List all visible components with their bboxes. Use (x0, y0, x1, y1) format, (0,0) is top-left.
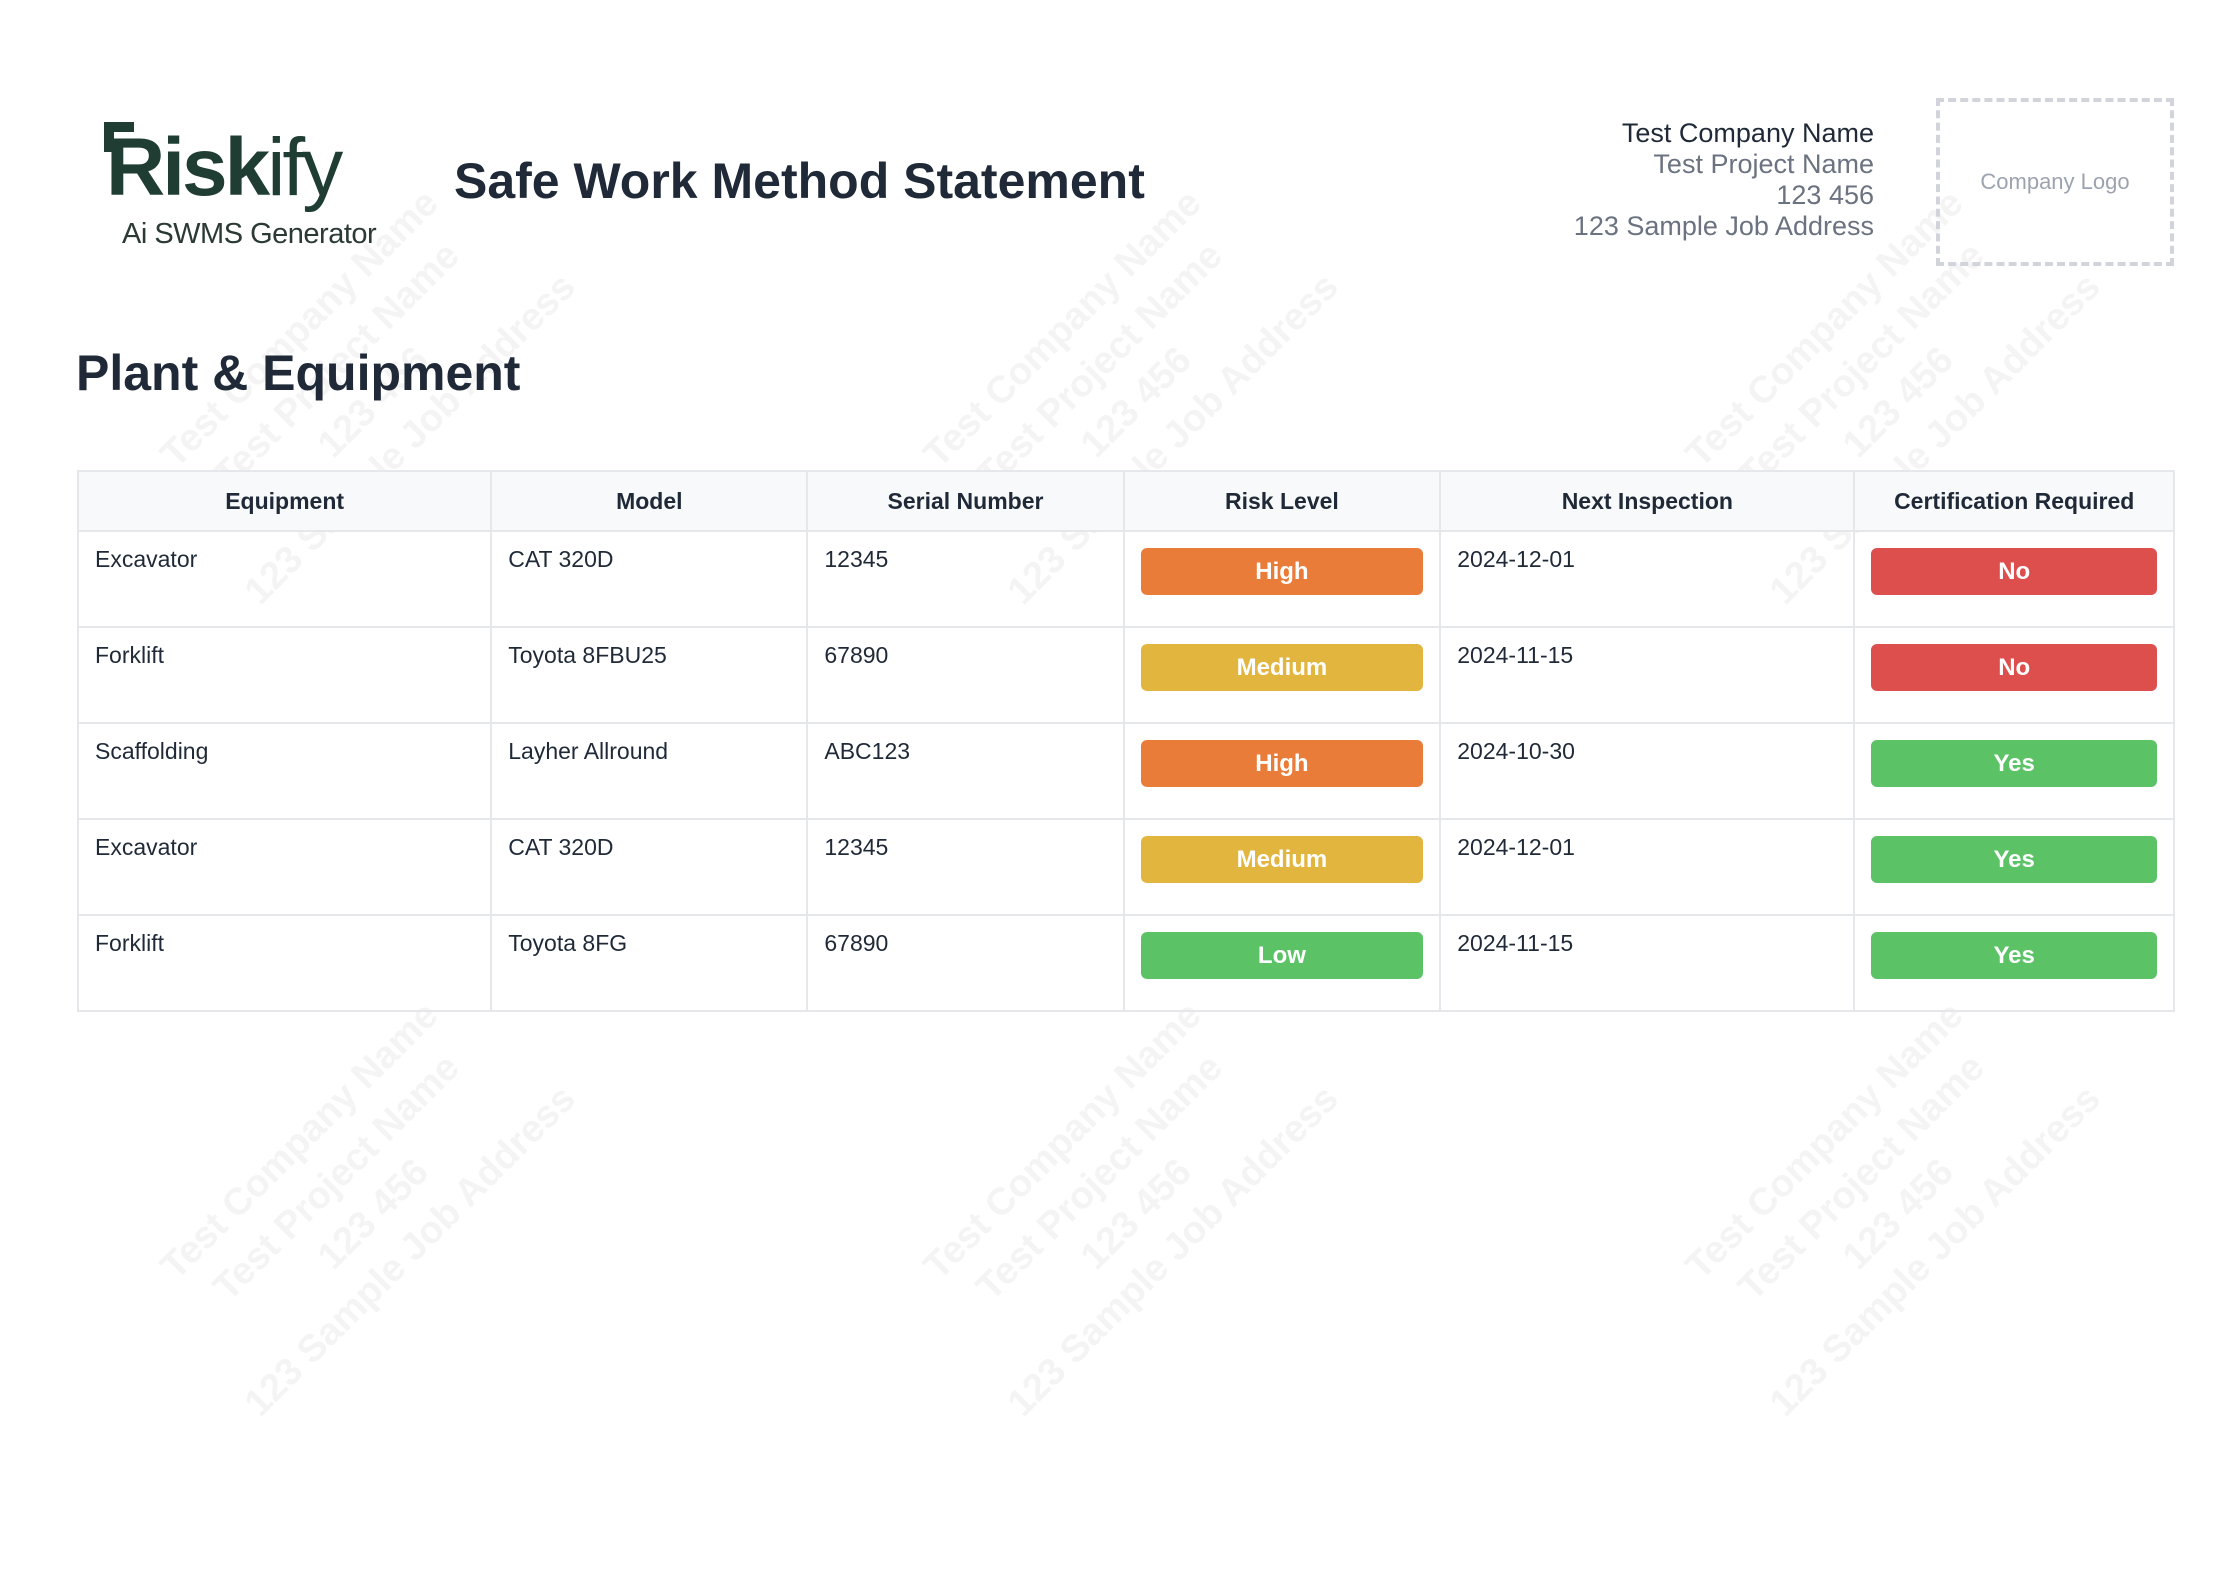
cell-certification: Yes (1853, 722, 2175, 820)
cell-equipment: Scaffolding (76, 722, 493, 820)
header-certification-required: Certification Required (1853, 470, 2175, 532)
table-row: Excavator CAT 320D 12345 High 2024-12-01… (76, 530, 2175, 628)
cell-inspection: 2024-11-15 (1439, 626, 1856, 724)
cell-model: Toyota 8FBU25 (490, 626, 809, 724)
cell-certification: Yes (1853, 914, 2175, 1012)
cell-model: CAT 320D (490, 818, 809, 916)
section-title: Plant & Equipment (76, 345, 521, 401)
cell-certification: No (1853, 530, 2175, 628)
cell-equipment: Excavator (76, 530, 493, 628)
logo-subtitle: Ai SWMS Generator (122, 218, 377, 250)
risk-level-badge: High (1140, 740, 1424, 787)
cell-serial: 67890 (806, 626, 1125, 724)
cell-inspection: 2024-11-15 (1439, 914, 1856, 1012)
table-header-row: Equipment Model Serial Number Risk Level… (76, 470, 2175, 532)
cell-equipment: Forklift (76, 914, 493, 1012)
company-name: Test Company Name (1621, 118, 1874, 148)
equipment-table: Equipment Model Serial Number Risk Level… (76, 470, 2175, 1012)
header-serial-number: Serial Number (806, 470, 1125, 532)
cell-serial: 12345 (806, 530, 1125, 628)
cell-equipment: Excavator (76, 818, 493, 916)
certification-badge: Yes (1871, 836, 2157, 883)
risk-level-badge: Medium (1140, 836, 1424, 883)
watermark: Test Company Name Test Project Name 123 … (916, 994, 1347, 1425)
risk-level-badge: Medium (1140, 644, 1424, 691)
certification-badge: No (1871, 548, 2157, 595)
cell-risk: High (1122, 530, 1442, 628)
risk-level-badge: High (1140, 548, 1424, 595)
certification-badge: No (1871, 644, 2157, 691)
risk-level-badge: Low (1140, 932, 1424, 979)
company-logo-label: Company Logo (1980, 169, 2130, 194)
document-title: Safe Work Method Statement (454, 153, 1145, 209)
watermark: Test Company Name Test Project Name 123 … (153, 994, 584, 1425)
cell-risk: Medium (1122, 626, 1442, 724)
cell-serial: 67890 (806, 914, 1125, 1012)
cell-risk: Medium (1122, 818, 1442, 916)
cell-model: Layher Allround (490, 722, 809, 820)
project-number: 123 456 (1776, 180, 1874, 210)
company-info: Test Company Name Test Project Name 123 … (1574, 118, 1874, 242)
company-logo-placeholder: Company Logo (1936, 98, 2174, 266)
cell-inspection: 2024-12-01 (1439, 530, 1856, 628)
document-header: Riskify Ai SWMS Generator Safe Work Meth… (76, 96, 2176, 276)
cell-equipment: Forklift (76, 626, 493, 724)
cell-certification: No (1853, 626, 2175, 724)
cell-inspection: 2024-12-01 (1439, 818, 1856, 916)
table-row: Forklift Toyota 8FG 67890 Low 2024-11-15… (76, 914, 2175, 1012)
job-address: 123 Sample Job Address (1573, 211, 1874, 241)
table-row: Excavator CAT 320D 12345 Medium 2024-12-… (76, 818, 2175, 916)
table-row: Forklift Toyota 8FBU25 67890 Medium 2024… (76, 626, 2175, 724)
certification-badge: Yes (1871, 932, 2157, 979)
header-model: Model (490, 470, 809, 532)
cell-model: Toyota 8FG (490, 914, 809, 1012)
cell-inspection: 2024-10-30 (1439, 722, 1856, 820)
cell-serial: 12345 (806, 818, 1125, 916)
table-row: Scaffolding Layher Allround ABC123 High … (76, 722, 2175, 820)
header-risk-level: Risk Level (1122, 470, 1442, 532)
cell-certification: Yes (1853, 818, 2175, 916)
cell-model: CAT 320D (490, 530, 809, 628)
riskify-logo: Riskify Ai SWMS Generator (104, 118, 406, 258)
logo-wordmark: Riskify (106, 122, 343, 213)
watermark: Test Company Name Test Project Name 123 … (1678, 994, 2109, 1425)
header-next-inspection: Next Inspection (1439, 470, 1856, 532)
cell-risk: Low (1122, 914, 1442, 1012)
cell-risk: High (1122, 722, 1442, 820)
cell-serial: ABC123 (806, 722, 1125, 820)
certification-badge: Yes (1871, 740, 2157, 787)
header-equipment: Equipment (76, 470, 493, 532)
project-name: Test Project Name (1653, 149, 1874, 179)
